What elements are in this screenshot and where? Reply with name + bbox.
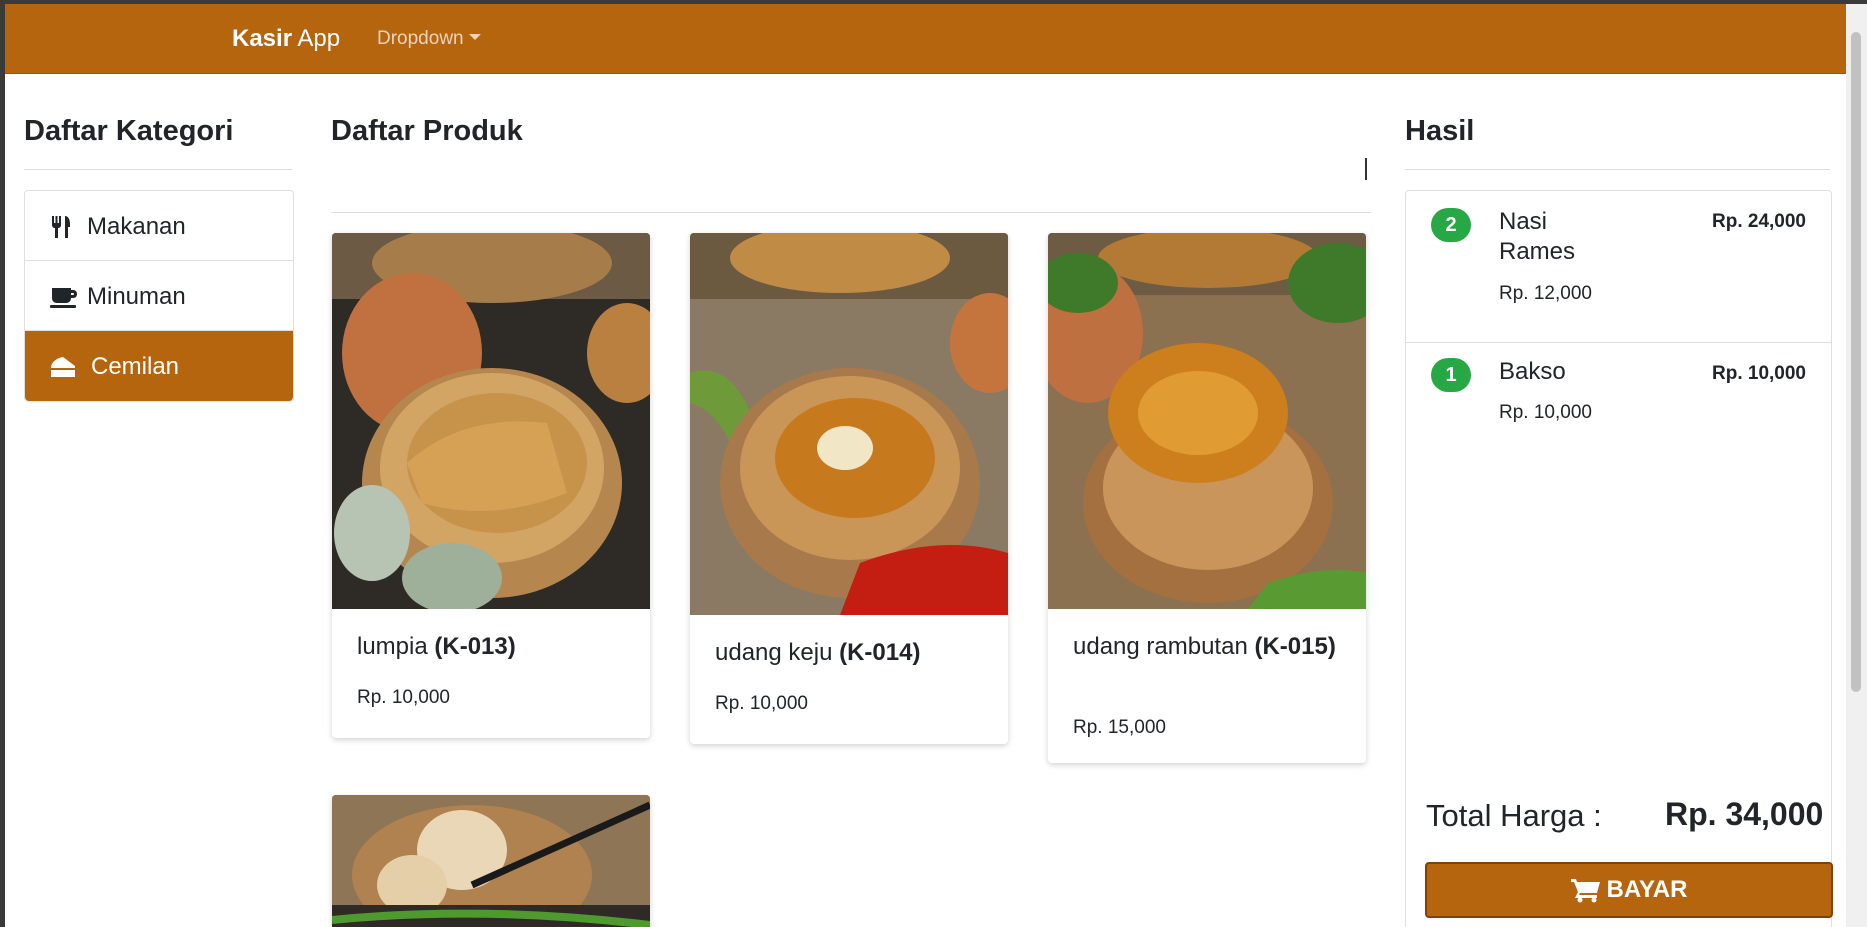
product-image	[1048, 233, 1366, 609]
cart-item-unit-price: Rp. 10,000	[1499, 402, 1592, 423]
product-name: udang keju	[715, 639, 840, 666]
quantity-badge: 1	[1431, 358, 1471, 392]
total-value: Rp. 34,000	[1665, 796, 1824, 832]
coffee-icon	[50, 288, 77, 308]
brand[interactable]: Kasir App	[232, 25, 340, 53]
text-cursor	[1365, 158, 1367, 180]
categories-divider	[24, 169, 292, 170]
product-price: Rp. 10,000	[357, 687, 450, 708]
product-title: udang rambutan (K-015)	[1073, 632, 1343, 661]
navbar: Kasir App Dropdown	[5, 4, 1846, 74]
cheese-icon	[51, 357, 75, 377]
brand-bold: Kasir	[232, 25, 293, 52]
cart-heading: Hasil	[1405, 115, 1475, 147]
quantity-badge: 2	[1431, 208, 1471, 242]
cart-item-name: Nasi Rames	[1499, 208, 1576, 265]
cart-item[interactable]: 1 Bakso Rp. 10,000 Rp. 10,000	[1406, 343, 1831, 443]
product-title: lumpia (K-013)	[357, 632, 627, 661]
scrollbar-thumb[interactable]	[1851, 32, 1861, 692]
products-divider	[331, 212, 1371, 213]
cart-divider	[1405, 169, 1830, 170]
product-title: udang keju (K-014)	[715, 638, 985, 667]
product-image	[332, 795, 650, 927]
dropdown-toggle[interactable]: Dropdown	[377, 28, 481, 50]
category-item-cemilan[interactable]: Cemilan	[25, 331, 293, 401]
product-card[interactable]	[332, 795, 650, 927]
cart-item-total: Rp. 10,000	[1712, 363, 1806, 384]
product-code: (K-013)	[434, 633, 516, 660]
category-list: Makanan Minuman Cemilan	[24, 190, 294, 402]
app-window: Kasir App Dropdown Daftar Kategori Makan…	[5, 4, 1846, 927]
total-label: Total Harga :	[1426, 798, 1602, 833]
category-item-makanan[interactable]: Makanan	[25, 191, 293, 261]
product-code: (K-015)	[1254, 633, 1336, 660]
product-name: lumpia	[357, 633, 435, 660]
product-image	[690, 233, 1008, 615]
product-price: Rp. 10,000	[715, 693, 808, 714]
category-label: Cemilan	[91, 353, 180, 380]
brand-rest: App	[292, 25, 341, 52]
shopping-cart-icon	[1570, 879, 1600, 903]
scrollbar[interactable]	[1846, 4, 1867, 927]
product-card[interactable]: lumpia (K-013) Rp. 10,000	[332, 233, 650, 738]
category-item-minuman[interactable]: Minuman	[25, 261, 293, 331]
cart-item-unit-price: Rp. 12,000	[1499, 283, 1592, 304]
cart-item-name: Bakso	[1499, 358, 1566, 385]
products-heading: Daftar Produk	[331, 115, 523, 147]
product-name: udang rambutan	[1073, 633, 1255, 660]
pay-button[interactable]: BAYAR	[1425, 862, 1833, 918]
dropdown-label: Dropdown	[377, 28, 464, 49]
product-image	[332, 233, 650, 609]
category-label: Minuman	[87, 283, 186, 310]
product-code: (K-014)	[839, 639, 921, 666]
cart-item[interactable]: 2 Nasi Rames Rp. 12,000 Rp. 24,000	[1406, 191, 1831, 343]
product-card[interactable]: udang keju (K-014) Rp. 10,000	[690, 233, 1008, 744]
product-price: Rp. 15,000	[1073, 717, 1166, 738]
pay-button-label: BAYAR	[1606, 876, 1688, 903]
product-card[interactable]: udang rambutan (K-015) Rp. 15,000	[1048, 233, 1366, 763]
cart-item-total: Rp. 24,000	[1712, 211, 1806, 232]
utensils-icon	[52, 216, 70, 238]
category-label: Makanan	[87, 213, 186, 240]
caret-down-icon	[468, 34, 481, 40]
categories-heading: Daftar Kategori	[24, 115, 234, 147]
